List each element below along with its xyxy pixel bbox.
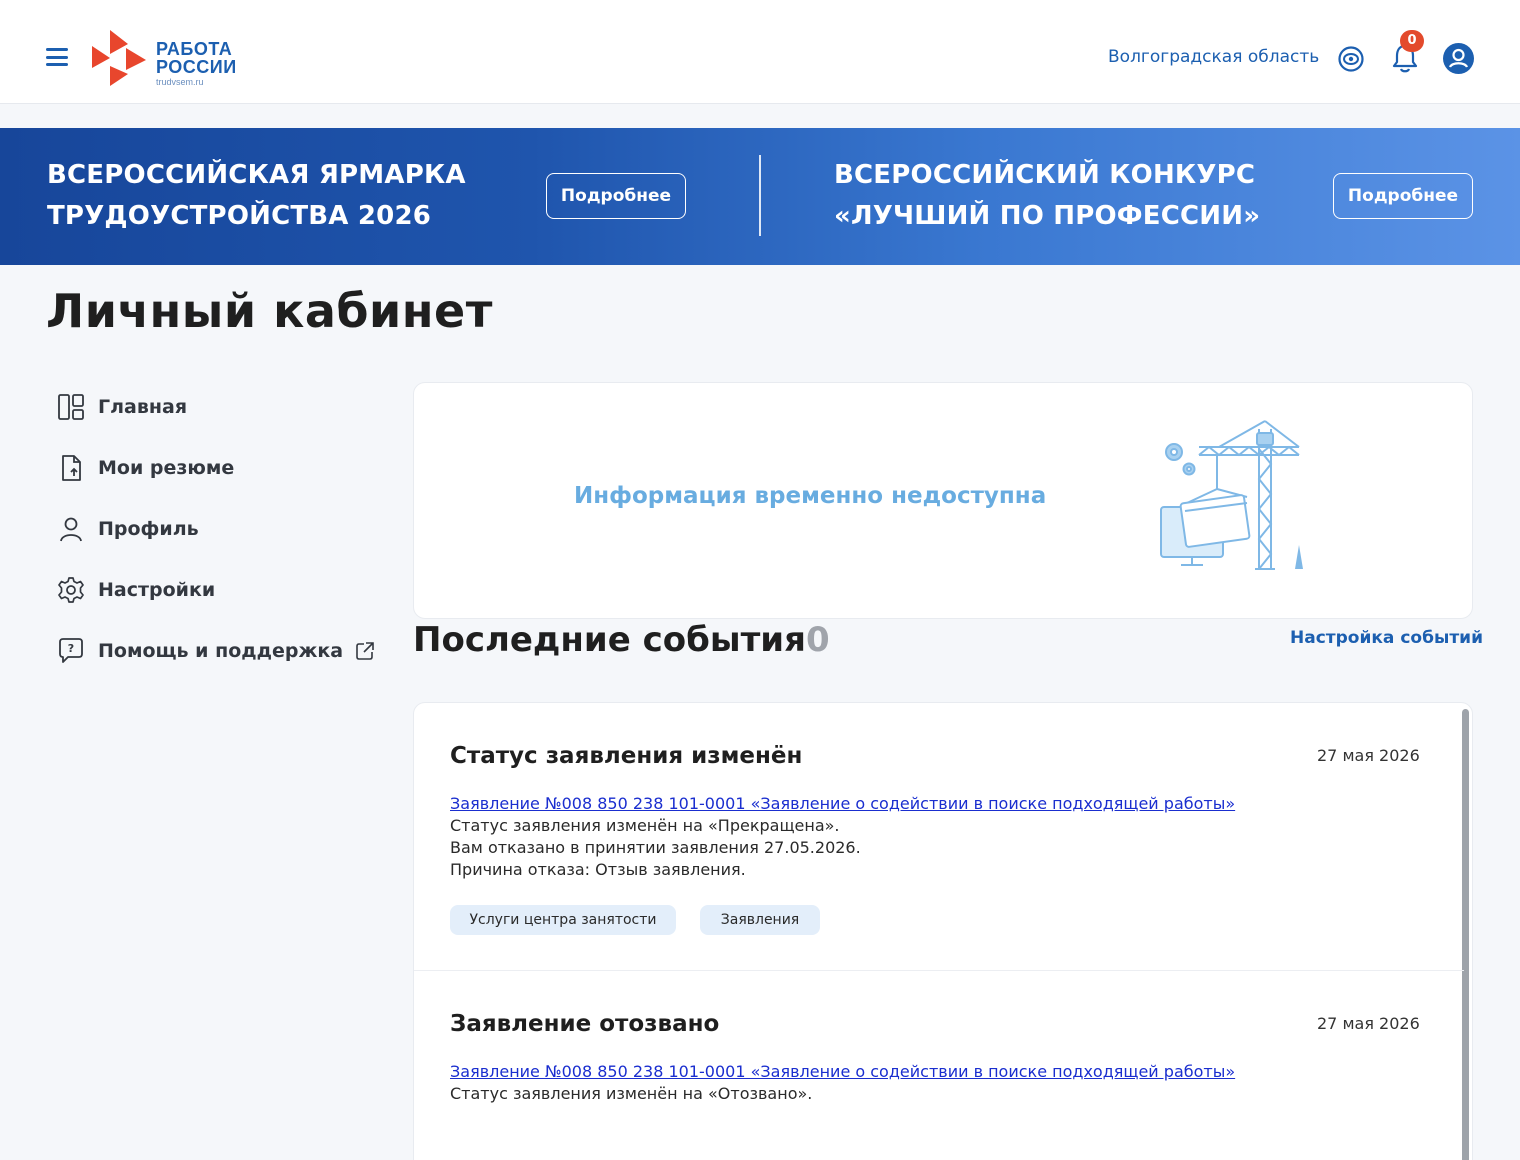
promo-banner: ВСЕРОССИЙСКАЯ ЯРМАРКА ТРУДОУСТРОЙСТВА 20… bbox=[0, 128, 1520, 265]
logo-line-2: РОССИИ bbox=[156, 57, 237, 77]
logo[interactable]: РАБОТА РОССИИ trudvsem.ru bbox=[92, 30, 252, 88]
region-selector[interactable]: Волгоградская область bbox=[1108, 47, 1319, 67]
user-icon[interactable] bbox=[1443, 43, 1474, 74]
event-text-line: Статус заявления изменён на «Отозвано». bbox=[450, 1084, 813, 1103]
banner-left-more-button[interactable]: Подробнее bbox=[546, 173, 686, 219]
banner-right-more-button[interactable]: Подробнее bbox=[1333, 173, 1473, 219]
sidebar-item-settings[interactable]: Настройки bbox=[56, 572, 215, 608]
logo-subtitle: trudvsem.ru bbox=[156, 77, 204, 87]
document-icon bbox=[56, 453, 86, 483]
logo-mark-icon bbox=[92, 30, 146, 86]
event-application-link[interactable]: Заявление №008 850 238 101-0001 «Заявлен… bbox=[450, 794, 1235, 813]
event-text-line: Статус заявления изменён на «Прекращена»… bbox=[450, 816, 840, 835]
event-tag[interactable]: Услуги центра занятости bbox=[450, 905, 676, 935]
info-unavailable-text: Информация временно недоступна bbox=[574, 483, 1047, 509]
help-chat-icon: ? bbox=[56, 636, 86, 666]
events-count: 0 bbox=[806, 620, 830, 660]
event-title: Статус заявления изменён bbox=[450, 743, 803, 769]
logo-line-1: РАБОТА bbox=[156, 39, 233, 59]
event-divider bbox=[414, 970, 1464, 971]
info-unavailable-card: Информация временно недоступна bbox=[413, 382, 1473, 619]
event-text-line: Вам отказано в принятии заявления 27.05.… bbox=[450, 838, 861, 857]
event-application-link[interactable]: Заявление №008 850 238 101-0001 «Заявлен… bbox=[450, 1062, 1235, 1081]
sidebar-item-help[interactable]: ? Помощь и поддержка bbox=[56, 633, 375, 669]
banner-left-title-line-1: ВСЕРОССИЙСКАЯ ЯРМАРКА bbox=[47, 160, 466, 190]
notification-badge: 0 bbox=[1400, 30, 1424, 52]
events-settings-link[interactable]: Настройка событий bbox=[1290, 628, 1483, 648]
sidebar-item-resumes[interactable]: Мои резюме bbox=[56, 450, 234, 486]
event-date: 27 мая 2026 bbox=[1317, 746, 1420, 765]
event-date: 27 мая 2026 bbox=[1317, 1014, 1420, 1033]
banner-right-title-line-2: «ЛУЧШИЙ ПО ПРОФЕССИИ» bbox=[834, 201, 1261, 231]
sidebar-item-profile[interactable]: Профиль bbox=[56, 511, 199, 547]
events-list: Статус заявления изменён 27 мая 2026 Зая… bbox=[413, 702, 1473, 1160]
sidebar-item-label: Главная bbox=[98, 396, 188, 418]
menu-icon[interactable] bbox=[46, 48, 68, 66]
banner-right-title-line-1: ВСЕРОССИЙСКИЙ КОНКУРС bbox=[834, 160, 1256, 190]
gear-icon bbox=[56, 575, 86, 605]
banner-left-title-line-2: ТРУДОУСТРОЙСТВА 2026 bbox=[47, 201, 432, 231]
dashboard-icon bbox=[56, 392, 86, 422]
external-link-icon bbox=[355, 641, 375, 661]
banner-left-title: ВСЕРОССИЙСКАЯ ЯРМАРКА ТРУДОУСТРОЙСТВА 20… bbox=[47, 155, 466, 237]
event-tag[interactable]: Заявления bbox=[700, 905, 820, 935]
svg-text:?: ? bbox=[68, 642, 74, 655]
sidebar-item-label: Профиль bbox=[98, 518, 199, 540]
event-text-line: Причина отказа: Отзыв заявления. bbox=[450, 860, 746, 879]
events-title: Последние события bbox=[413, 620, 806, 660]
sidebar-item-label: Помощь и поддержка bbox=[98, 640, 344, 662]
banner-divider bbox=[759, 155, 761, 236]
construction-illustration bbox=[1160, 420, 1303, 570]
sidebar-item-label: Настройки bbox=[98, 579, 216, 601]
user-icon bbox=[56, 514, 86, 544]
events-scrollbar[interactable] bbox=[1462, 709, 1469, 1160]
sidebar-item-home[interactable]: Главная bbox=[56, 389, 187, 425]
top-header: РАБОТА РОССИИ trudvsem.ru Волгоградская … bbox=[0, 0, 1520, 104]
banner-right-title: ВСЕРОССИЙСКИЙ КОНКУРС «ЛУЧШИЙ ПО ПРОФЕСС… bbox=[834, 155, 1260, 237]
eye-icon[interactable] bbox=[1337, 45, 1365, 73]
event-title: Заявление отозвано bbox=[450, 1011, 720, 1037]
page-title: Личный кабинет bbox=[46, 284, 493, 338]
sidebar-item-label: Мои резюме bbox=[98, 457, 235, 479]
